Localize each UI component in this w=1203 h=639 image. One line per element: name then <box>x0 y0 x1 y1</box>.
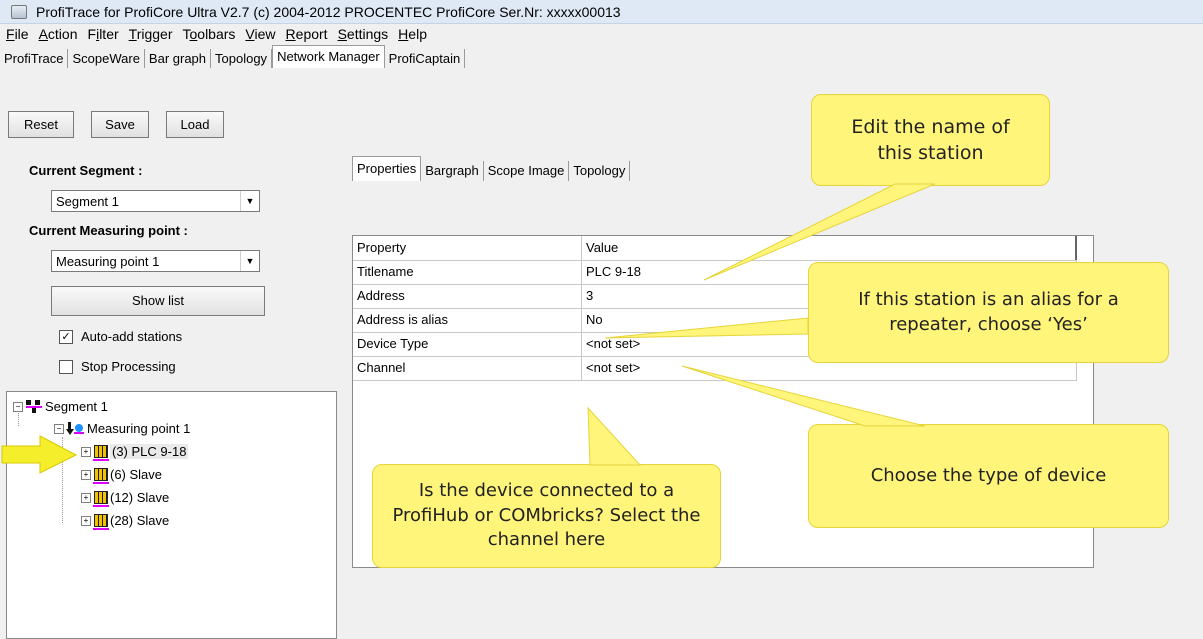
grid-header-value: Value <box>582 236 1077 260</box>
tab-profitrace[interactable]: ProfiTrace <box>0 49 69 68</box>
tree-node-station[interactable]: + (6) Slave <box>81 467 163 484</box>
tree-node-label: Segment 1 <box>45 399 108 414</box>
menu-item[interactable]: Toolbars <box>182 26 235 42</box>
inner-tab-bar: Properties Bargraph Scope Image Topology <box>352 155 631 181</box>
tree-node-label: (28) Slave <box>110 513 170 528</box>
auto-add-stations-label: Auto-add stations <box>81 329 183 344</box>
current-measuring-point-label: Current Measuring point : <box>29 223 188 238</box>
menu-item[interactable]: Report <box>286 26 328 42</box>
tab-bar-graph[interactable]: Bar graph <box>144 49 212 68</box>
current-segment-label: Current Segment : <box>29 163 143 178</box>
menu-bar: File Action Filter Trigger Toolbars View Repor… <box>0 24 1203 44</box>
inner-tab-scope-image[interactable]: Scope Image <box>484 161 570 181</box>
inner-tab-bargraph[interactable]: Bargraph <box>421 161 484 181</box>
title-bar: ProfiTrace for ProfiCore Ultra V2.7 (c) … <box>0 0 1203 24</box>
check-icon[interactable]: ✓ <box>59 329 73 344</box>
expand-icon[interactable]: + <box>81 446 91 457</box>
chevron-down-icon[interactable]: ▼ <box>240 191 259 211</box>
tab-topology[interactable]: Topology <box>211 49 273 68</box>
slave-device-icon <box>93 514 109 530</box>
segment-select[interactable]: Segment 1 ▼ <box>51 190 260 212</box>
network-tree[interactable]: − Segment 1 − Measuring point 1 + (3) PLC… <box>6 391 337 639</box>
measuring-point-icon <box>66 421 84 436</box>
menu-item[interactable]: Trigger <box>129 26 173 42</box>
segment-select-value: Segment 1 <box>56 193 119 209</box>
menu-item[interactable]: Filter <box>88 26 119 42</box>
slave-device-icon <box>93 468 109 484</box>
collapse-icon[interactable]: − <box>54 423 64 434</box>
show-list-button[interactable]: Show list <box>51 286 265 316</box>
callout-channel: Is the device connected to a ProfiHub or… <box>372 464 721 568</box>
grid-header-row: Property Value <box>353 236 1077 261</box>
tree-node-station[interactable]: + (12) Slave <box>81 490 170 507</box>
tree-node-label: Measuring point 1 <box>87 421 191 436</box>
grid-property-cell: Address is alias <box>353 308 582 332</box>
menu-item[interactable]: Settings <box>338 26 389 42</box>
tab-proficaptain[interactable]: ProfiCaptain <box>384 49 466 68</box>
grid-property-cell: Channel <box>353 356 582 380</box>
callout-edit-name: Edit the name of this station <box>811 94 1050 186</box>
measuring-point-select[interactable]: Measuring point 1 ▼ <box>51 250 260 272</box>
tree-node-station[interactable]: + (28) Slave <box>81 513 170 530</box>
segment-network-icon <box>26 400 42 413</box>
inner-tab-properties[interactable]: Properties <box>352 156 422 181</box>
tree-connector <box>62 437 63 523</box>
app-icon[interactable] <box>11 4 27 19</box>
menu-item[interactable]: View <box>245 26 275 42</box>
grid-property-cell: Titlename <box>353 260 582 284</box>
window-title: ProfiTrace for ProfiCore Ultra V2.7 (c) … <box>36 3 621 20</box>
stop-processing-label: Stop Processing <box>81 359 176 374</box>
grid-header-property: Property <box>353 236 582 260</box>
stop-processing-checkbox[interactable]: Stop Processing <box>59 359 176 374</box>
load-button[interactable]: Load <box>166 111 224 138</box>
menu-item[interactable]: File <box>6 26 29 42</box>
tab-network-manager[interactable]: Network Manager <box>272 45 385 68</box>
expand-icon[interactable]: + <box>81 492 91 503</box>
measuring-point-select-value: Measuring point 1 <box>56 253 160 269</box>
auto-add-stations-checkbox[interactable]: ✓ Auto-add stations <box>59 329 182 344</box>
tree-node-label: (3) PLC 9-18 <box>110 444 189 459</box>
chevron-down-icon[interactable]: ▼ <box>240 251 259 271</box>
slave-device-icon <box>93 491 109 507</box>
main-tab-bar: ProfiTrace ScopeWare Bar graph Topology Netw… <box>0 45 466 68</box>
callout-alias: If this station is an alias for a repeat… <box>808 262 1169 363</box>
tab-scopeware[interactable]: ScopeWare <box>68 49 145 68</box>
inner-tab-topology[interactable]: Topology <box>569 161 631 181</box>
tree-node-station[interactable]: + (3) PLC 9-18 <box>81 444 189 461</box>
grid-property-cell: Address <box>353 284 582 308</box>
callout-device-type: Choose the type of device <box>808 424 1169 528</box>
tree-node-measuring-point[interactable]: − Measuring point 1 <box>54 421 190 436</box>
reset-button[interactable]: Reset <box>8 111 74 138</box>
tree-node-label: (6) Slave <box>110 467 163 482</box>
slave-device-icon <box>93 445 109 461</box>
save-button[interactable]: Save <box>91 111 149 138</box>
tree-node-segment[interactable]: − Segment 1 <box>13 399 108 414</box>
grid-property-cell: Device Type <box>353 332 582 356</box>
expand-icon[interactable]: + <box>81 515 91 526</box>
tree-node-label: (12) Slave <box>110 490 170 505</box>
menu-item[interactable]: Help <box>398 26 427 42</box>
collapse-icon[interactable]: − <box>13 401 23 412</box>
checkbox-box[interactable] <box>59 359 73 374</box>
menu-item[interactable]: Action <box>39 26 78 42</box>
expand-icon[interactable]: + <box>81 469 91 480</box>
